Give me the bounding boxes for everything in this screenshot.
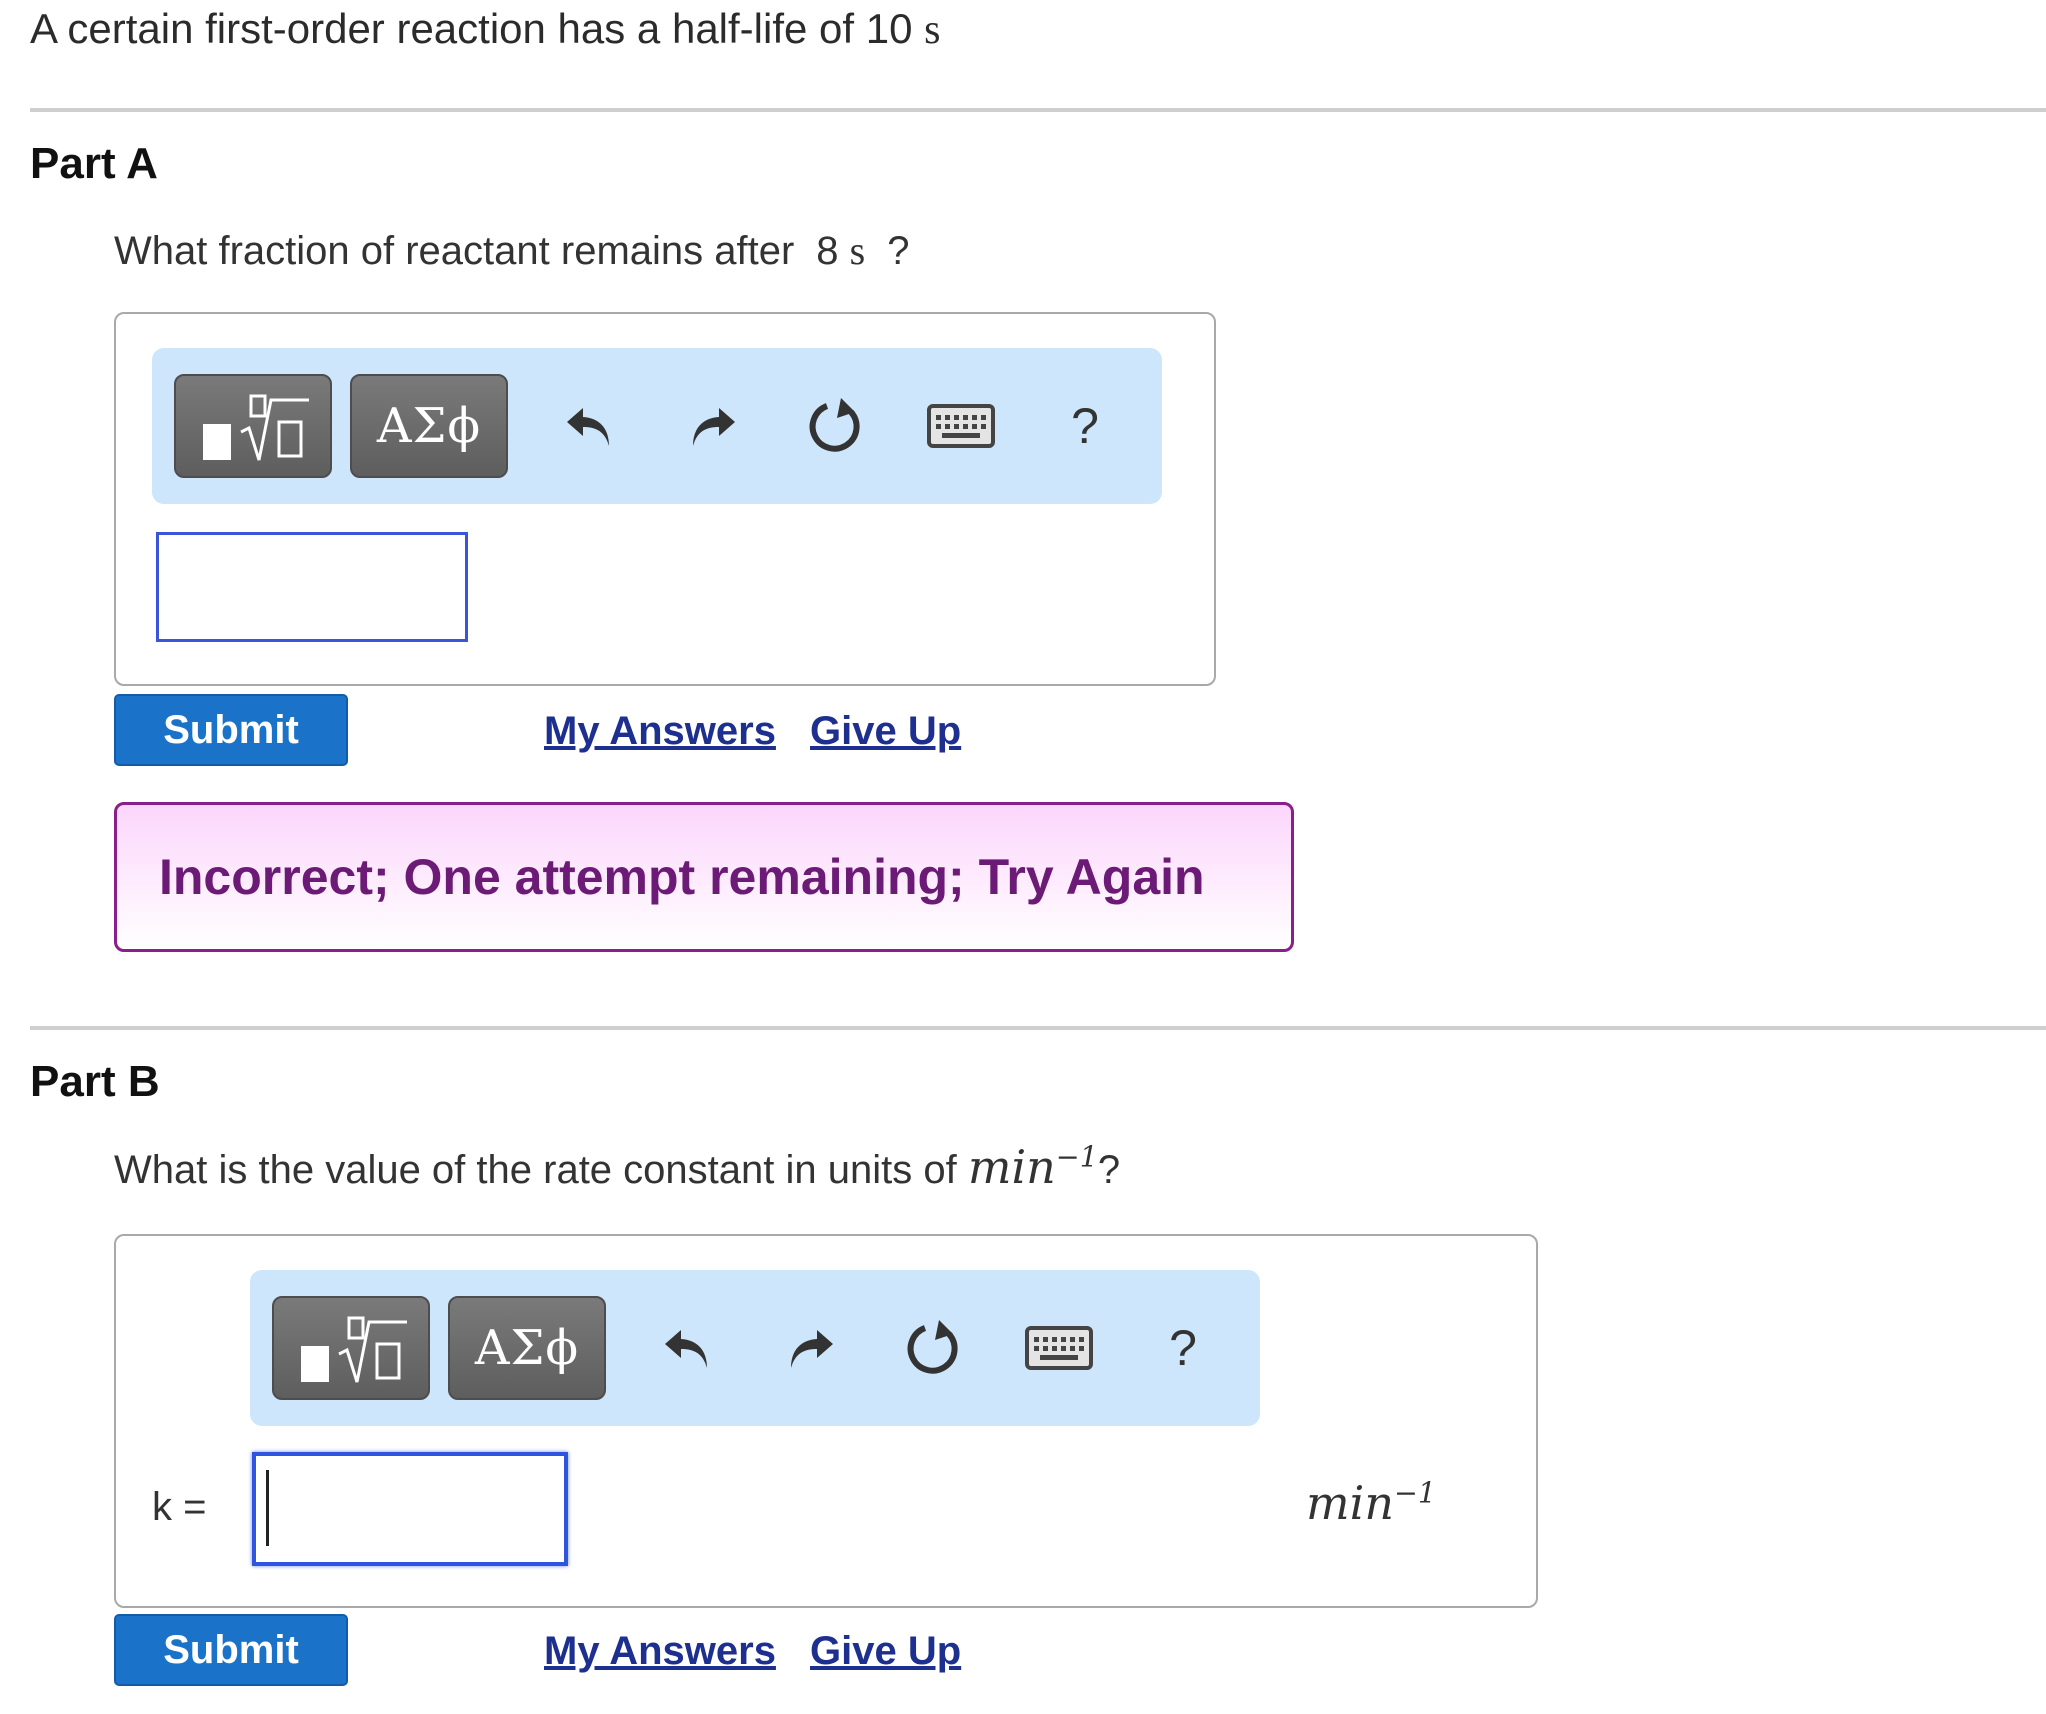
greek-symbols-label: ΑΣϕ <box>376 398 482 454</box>
unit-base: min <box>967 1140 1056 1194</box>
undo-icon <box>567 408 609 446</box>
help-button[interactable]: ? <box>1138 1296 1228 1400</box>
unit-base: min <box>1306 1476 1394 1530</box>
part-a-question-text: What fraction of reactant remains after <box>114 229 795 273</box>
part-a-question-value: 8 <box>816 229 839 273</box>
help-label: ? <box>1169 1320 1197 1376</box>
part-b-my-answers-link[interactable]: My Answers <box>544 1626 776 1676</box>
part-a-question-mark: ? <box>887 229 910 273</box>
unit-exponent: −1 <box>1055 1140 1098 1174</box>
templates-button[interactable] <box>272 1296 430 1400</box>
part-b-answer-input[interactable] <box>252 1452 568 1566</box>
part-b-answer-unit: min−1 <box>1306 1478 1436 1528</box>
part-b-question: What is the value of the rate constant i… <box>114 1142 1120 1195</box>
reset-icon <box>907 1320 958 1374</box>
part-a-answer-input[interactable] <box>156 532 468 642</box>
greek-symbols-label: ΑΣϕ <box>474 1320 580 1376</box>
intro-text: A certain first-order reaction has a hal… <box>30 5 913 52</box>
undo-button[interactable] <box>642 1296 732 1400</box>
k-label: k = <box>152 1485 207 1529</box>
undo-icon <box>665 1330 707 1368</box>
help-button[interactable]: ? <box>1040 374 1130 478</box>
problem-intro: A certain first-order reaction has a hal… <box>30 4 940 55</box>
reset-icon <box>809 398 860 452</box>
help-label: ? <box>1071 398 1099 454</box>
part-a-title: Part A <box>30 139 158 188</box>
keyboard-icon <box>927 404 995 448</box>
redo-icon <box>791 1330 833 1368</box>
templates-radical-icon <box>301 1316 407 1383</box>
intro-unit: s <box>924 7 941 53</box>
reset-button[interactable] <box>792 374 882 478</box>
part-b-question-mark: ? <box>1097 1148 1121 1192</box>
redo-button[interactable] <box>766 1296 856 1400</box>
keyboard-icon <box>1025 1326 1093 1370</box>
feedback-text: Incorrect; One attempt remaining; Try Ag… <box>159 849 1205 905</box>
part-a-question: What fraction of reactant remains after 8… <box>114 226 910 276</box>
divider <box>30 1026 2046 1030</box>
templates-button[interactable] <box>174 374 332 478</box>
part-a-feedback: Incorrect; One attempt remaining; Try Ag… <box>114 802 1294 952</box>
divider <box>30 108 2046 112</box>
part-b-give-up-link[interactable]: Give Up <box>810 1626 961 1676</box>
greek-symbols-button[interactable]: ΑΣϕ <box>448 1296 606 1400</box>
part-a-submit-button[interactable]: Submit <box>114 694 348 766</box>
keyboard-button[interactable] <box>1014 1296 1104 1400</box>
part-b-question-unit: min−1 <box>968 1140 1098 1194</box>
redo-icon <box>693 408 735 446</box>
part-a-question-unit: s <box>849 228 866 273</box>
redo-button[interactable] <box>668 374 758 478</box>
part-b-title: Part B <box>30 1057 160 1106</box>
text-caret <box>266 1470 269 1546</box>
greek-symbols-button[interactable]: ΑΣϕ <box>350 374 508 478</box>
templates-radical-icon <box>203 394 309 461</box>
part-a-my-answers-link[interactable]: My Answers <box>544 706 776 756</box>
unit-exponent: −1 <box>1393 1476 1437 1510</box>
reset-button[interactable] <box>890 1296 980 1400</box>
keyboard-button[interactable] <box>916 374 1006 478</box>
undo-button[interactable] <box>544 374 634 478</box>
part-b-question-text: What is the value of the rate constant i… <box>114 1148 957 1192</box>
part-b-submit-button[interactable]: Submit <box>114 1614 348 1686</box>
part-a-give-up-link[interactable]: Give Up <box>810 706 961 756</box>
